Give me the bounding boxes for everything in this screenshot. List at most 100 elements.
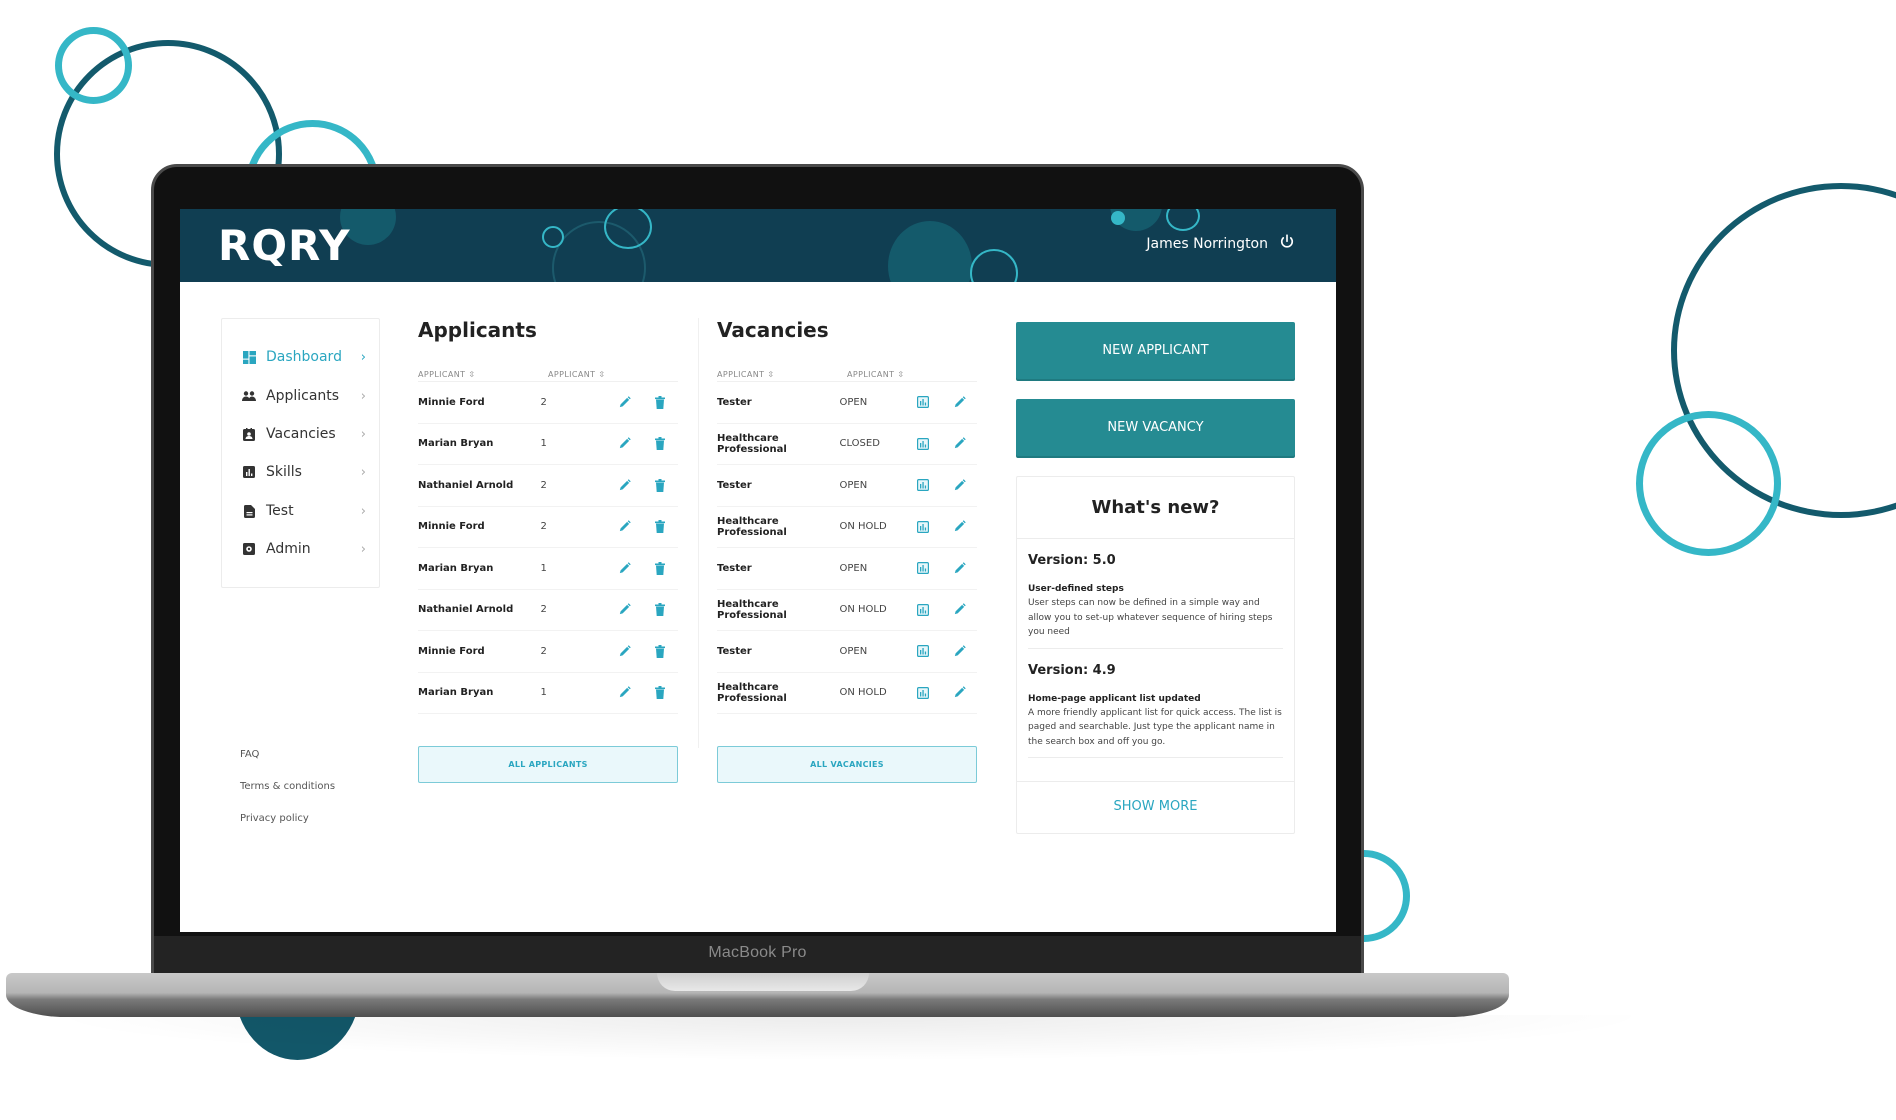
column-header-sortable[interactable]: APPLICANT ⇳ — [548, 368, 618, 381]
power-icon[interactable] — [1278, 233, 1296, 251]
news-description: A more friendly applicant list for quick… — [1028, 707, 1282, 747]
table-row[interactable]: Tester OPEN — [717, 465, 977, 507]
edit-icon[interactable] — [941, 603, 977, 616]
report-icon[interactable] — [905, 645, 941, 658]
table-row[interactable]: Minnie Ford 2 — [418, 382, 678, 424]
contact-card-icon — [242, 427, 256, 441]
edit-icon[interactable] — [941, 562, 977, 575]
trash-icon[interactable] — [642, 520, 678, 534]
applicant-name: Marian Bryan — [418, 438, 494, 450]
chevron-right-icon: › — [360, 426, 366, 442]
table-row[interactable]: Marian Bryan 1 — [418, 424, 678, 465]
report-icon[interactable] — [905, 603, 941, 616]
trash-icon[interactable] — [642, 644, 678, 658]
people-icon — [242, 389, 256, 403]
report-icon[interactable] — [905, 562, 941, 575]
status-badge: OPEN — [839, 479, 868, 491]
vacancy-title: Healthcare Professional — [717, 515, 787, 538]
edit-icon[interactable] — [606, 396, 642, 409]
edit-icon[interactable] — [941, 520, 977, 533]
vacancies-table-body: Tester OPEN Healthcare Professional CLOSED T… — [717, 382, 977, 714]
report-icon[interactable] — [905, 437, 941, 450]
vacancy-title: Tester — [717, 645, 752, 657]
privacy-link[interactable]: Privacy policy — [240, 813, 335, 824]
table-row[interactable]: Marian Bryan 1 — [418, 548, 678, 590]
dashboard-icon — [242, 350, 256, 364]
edit-icon[interactable] — [941, 396, 977, 409]
edit-icon[interactable] — [606, 479, 642, 492]
all-applicants-button[interactable]: ALL APPLICANTS — [418, 746, 678, 783]
sidebar-item-applicants[interactable]: Applicants › — [242, 384, 366, 408]
trash-icon[interactable] — [642, 437, 678, 451]
table-row[interactable]: Healthcare Professional CLOSED — [717, 424, 977, 465]
vacancy-title: Tester — [717, 396, 752, 408]
app-logo[interactable]: RQRY — [218, 221, 351, 270]
report-icon[interactable] — [905, 686, 941, 699]
trash-icon[interactable] — [642, 478, 678, 492]
report-icon[interactable] — [905, 396, 941, 409]
table-row[interactable]: Healthcare Professional ON HOLD — [717, 673, 977, 714]
table-row[interactable]: Minnie Ford 2 — [418, 631, 678, 673]
laptop-base — [6, 973, 1509, 1017]
trash-icon[interactable] — [642, 686, 678, 700]
new-applicant-button[interactable]: NEW APPLICANT — [1016, 322, 1295, 379]
report-icon[interactable] — [905, 479, 941, 492]
column-header-sortable[interactable]: APPLICANT ⇳ — [418, 368, 548, 381]
edit-icon[interactable] — [941, 686, 977, 699]
trash-icon[interactable] — [642, 603, 678, 617]
vacancies-title: Vacancies — [717, 318, 829, 342]
column-header-label: APPLICANT — [548, 370, 596, 379]
table-row[interactable]: Healthcare Professional ON HOLD — [717, 590, 977, 631]
faq-link[interactable]: FAQ — [240, 749, 335, 760]
sort-icon: ⇳ — [767, 370, 775, 379]
edit-icon[interactable] — [606, 603, 642, 616]
applicant-count: 1 — [540, 562, 547, 574]
all-vacancies-button[interactable]: ALL VACANCIES — [717, 746, 977, 783]
edit-icon[interactable] — [606, 645, 642, 658]
status-badge: ON HOLD — [839, 687, 887, 699]
column-header-sortable[interactable]: APPLICANT ⇳ — [847, 368, 917, 381]
column-header-label: APPLICANT — [418, 370, 466, 379]
table-row[interactable]: Nathaniel Arnold 2 — [418, 465, 678, 507]
edit-icon[interactable] — [941, 479, 977, 492]
table-row[interactable]: Healthcare Professional ON HOLD — [717, 507, 977, 548]
sort-icon: ⇳ — [598, 370, 606, 379]
sidebar-item-skills[interactable]: Skills › — [242, 460, 366, 484]
table-row[interactable]: Marian Bryan 1 — [418, 673, 678, 714]
applicants-title: Applicants — [418, 318, 537, 342]
news-version: Version: 5.0 — [1028, 553, 1116, 568]
sidebar-item-vacancies[interactable]: Vacancies › — [242, 422, 366, 446]
applicant-count: 2 — [540, 396, 547, 408]
user-name[interactable]: James Norrington — [1146, 236, 1268, 252]
news-title: User-defined steps — [1028, 584, 1124, 594]
news-item: Version: 4.9 Home-page applicant list up… — [1028, 649, 1283, 758]
report-icon[interactable] — [905, 520, 941, 533]
new-vacancy-button[interactable]: NEW VACANCY — [1016, 399, 1295, 456]
table-row[interactable]: Tester OPEN — [717, 382, 977, 424]
device-label: MacBook Pro — [708, 944, 807, 961]
sidebar-item-admin[interactable]: Admin › — [242, 537, 366, 561]
edit-icon[interactable] — [606, 520, 642, 533]
edit-icon[interactable] — [941, 645, 977, 658]
laptop-chin: MacBook Pro — [154, 936, 1361, 976]
terms-link[interactable]: Terms & conditions — [240, 781, 335, 792]
sidebar-item-dashboard[interactable]: Dashboard › — [242, 345, 366, 369]
table-row[interactable]: Tester OPEN — [717, 631, 977, 673]
table-row[interactable]: Nathaniel Arnold 2 — [418, 590, 678, 631]
edit-icon[interactable] — [606, 686, 642, 699]
edit-icon[interactable] — [606, 437, 642, 450]
sidebar-item-test[interactable]: Test › — [242, 499, 366, 523]
table-row[interactable]: Tester OPEN — [717, 548, 977, 590]
column-header-sortable[interactable]: APPLICANT ⇳ — [717, 368, 847, 381]
sort-icon: ⇳ — [897, 370, 905, 379]
bar-chart-icon — [242, 465, 256, 479]
column-divider — [698, 318, 699, 748]
show-more-link[interactable]: SHOW MORE — [1017, 781, 1294, 833]
trash-icon[interactable] — [642, 395, 678, 409]
edit-icon[interactable] — [941, 437, 977, 450]
edit-icon[interactable] — [606, 562, 642, 575]
applicant-count: 2 — [540, 479, 547, 491]
table-row[interactable]: Minnie Ford 2 — [418, 507, 678, 548]
trash-icon[interactable] — [642, 561, 678, 575]
applicant-name: Nathaniel Arnold — [418, 479, 514, 491]
